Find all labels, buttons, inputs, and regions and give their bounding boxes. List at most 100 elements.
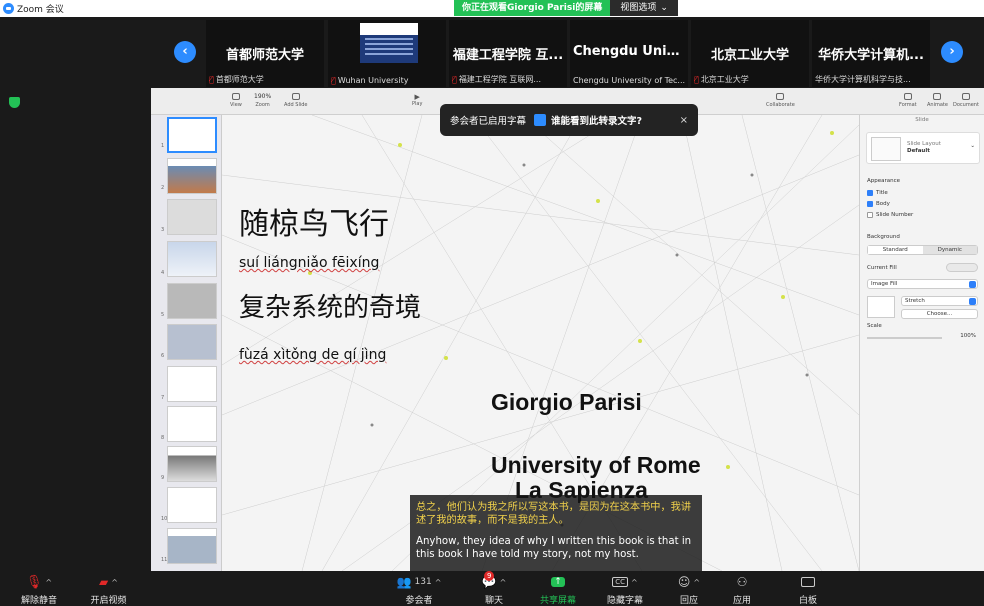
participant-tile[interactable]: 首都师范大学 🎙̸ 首都师范大学 [206, 20, 324, 87]
chevron-up-icon[interactable]: ^ [111, 578, 118, 587]
format-button[interactable]: Format [899, 93, 917, 108]
checkbox-checked-icon [867, 201, 873, 207]
slide-thumbnail[interactable] [167, 283, 217, 319]
dynamic-segment[interactable]: Dynamic [922, 246, 977, 254]
zoom-control[interactable]: 190% Zoom [254, 93, 271, 108]
caption-enabled-text: 参会者已启用字幕 [450, 116, 527, 127]
choose-image-button[interactable]: Choose... [901, 309, 978, 319]
slide-layout-selector[interactable]: Slide Layout Default ⌄ [866, 132, 980, 164]
scale-slider[interactable] [867, 337, 942, 339]
play-button[interactable]: ▶ Play [412, 93, 422, 107]
slide-affiliation-line1: University of Rome [491, 452, 701, 478]
appearance-heading: Appearance [867, 178, 901, 184]
background-segmented-control: Standard Dynamic [867, 245, 978, 255]
participant-display-name: 福建工程学院 互... [452, 48, 564, 63]
video-off-icon: ▰ [99, 575, 109, 589]
current-fill-toggle[interactable] [946, 263, 978, 272]
slide-thumbnail[interactable] [167, 446, 217, 482]
participant-tile[interactable]: 福建工程学院 互... 🎙̸ 福建工程学院 互联网... [449, 20, 567, 87]
scale-value[interactable]: 100% [960, 333, 976, 339]
mic-muted-icon: 🎙 [25, 574, 43, 590]
hide-captions-button[interactable]: CC ^ 隐藏字幕 [601, 574, 649, 606]
unmute-button[interactable]: 🎙 ^ 解除静音 [14, 574, 64, 606]
zoom-logo-icon [3, 3, 14, 14]
chevron-left-icon: ‹ [182, 44, 188, 59]
title-checkbox[interactable]: Title [867, 190, 888, 196]
slide-navigator: 1 2 3 4 5 6 7 8 9 10 11 [151, 115, 222, 571]
participant-name: 北京工业大学 [700, 75, 749, 84]
share-screen-icon: ↑ [551, 577, 565, 587]
participant-tile[interactable]: Chengdu Univer... Chengdu University of … [570, 20, 688, 87]
fill-type-select[interactable]: Image Fill [867, 279, 978, 289]
standard-segment[interactable]: Standard [868, 246, 923, 254]
mic-muted-icon: 🎙̸ [694, 75, 699, 84]
view-button[interactable]: View [230, 93, 242, 108]
collaborate-button[interactable]: Collaborate [766, 93, 795, 108]
checkbox-unchecked-icon [867, 212, 873, 218]
participant-strip: ‹ 首都师范大学 🎙̸ 首都师范大学 🎙̸ Wuhan University 福建工… [0, 17, 984, 87]
collaborate-icon [776, 93, 785, 100]
prev-page-button[interactable]: ‹ [174, 41, 196, 63]
slide-thumbnail[interactable] [167, 158, 217, 194]
participant-display-name: 华侨大学计算机... [818, 48, 924, 63]
participant-name: Chengdu University of Tec... [573, 76, 685, 85]
animate-button[interactable]: Animate [927, 93, 948, 108]
apps-button[interactable]: ⚇ 应用 [728, 574, 756, 606]
chevron-down-icon: ⌄ [660, 3, 668, 13]
who-can-see-link[interactable]: 谁能看到此转录文字? [534, 113, 642, 127]
whiteboard-button[interactable]: 白板 [794, 574, 822, 606]
closed-captions-icon: CC [612, 577, 629, 587]
next-page-button[interactable]: › [941, 41, 963, 63]
slide-thumbnail[interactable] [167, 487, 217, 523]
participant-display-name: Chengdu Univer... [573, 44, 688, 59]
slide-thumbnail[interactable] [167, 117, 217, 153]
chevron-up-icon[interactable]: ^ [500, 578, 507, 587]
format-brush-icon [903, 93, 912, 100]
caption-notification: 参会者已启用字幕 谁能看到此转录文字? × [440, 104, 698, 136]
body-checkbox[interactable]: Body [867, 201, 890, 207]
meeting-controls: 🎙 ^ 解除静音 ▰ ^ 开启视频 👥 131 ^ 参会者 💬 9 ^ 聊天 ↑ 共享屏幕 … [0, 571, 984, 606]
slide-thumbnail[interactable] [167, 528, 217, 564]
close-icon[interactable]: × [680, 115, 688, 126]
slide-thumbnail[interactable] [167, 324, 217, 360]
participants-button[interactable]: 👥 131 ^ 参会者 [389, 574, 449, 606]
mic-muted-icon: 🎙̸ [331, 76, 336, 85]
participant-name: 福建工程学院 互联网... [458, 75, 541, 84]
checkbox-checked-icon [867, 190, 873, 196]
chevron-up-icon[interactable]: ^ [693, 578, 700, 587]
participant-tile[interactable]: 北京工业大学 🎙̸ 北京工业大学 [691, 20, 809, 87]
scale-label: Scale [867, 323, 882, 329]
slide-thumbnail[interactable] [167, 241, 217, 277]
zoom-window: Zoom 会议 你正在观看Giorgio Parisi的屏幕 视图选项 ⌄ ‹ … [0, 0, 984, 606]
slide-subtitle-chinese: 复杂系统的奇境 [239, 293, 422, 323]
background-heading: Background [867, 234, 900, 240]
start-video-button[interactable]: ▰ ^ 开启视频 [81, 574, 136, 606]
chevron-up-icon[interactable]: ^ [631, 578, 638, 587]
share-screen-button[interactable]: ↑ 共享屏幕 [534, 574, 582, 606]
participant-display-name: 首都师范大学 [225, 48, 304, 63]
document-button[interactable]: Document [953, 93, 979, 108]
security-shield-icon[interactable] [9, 97, 20, 108]
view-options-button[interactable]: 视图选项 ⌄ [610, 0, 678, 16]
chevron-down-icon: ⌄ [970, 143, 975, 149]
participant-tile[interactable]: 华侨大学计算机... 华侨大学计算机科学与技... [812, 20, 930, 87]
current-fill-label: Current Fill [867, 265, 897, 271]
add-slide-button[interactable]: Add Slide [284, 93, 307, 108]
participant-name: Wuhan University [337, 76, 409, 85]
slide-number-checkbox[interactable]: Slide Number [867, 212, 913, 218]
reactions-button[interactable]: ☺ ^ 回应 [669, 574, 709, 606]
stretch-select[interactable]: Stretch [901, 296, 978, 306]
slide-title-pinyin: suí liángniǎo fēixíng [239, 255, 380, 271]
select-arrows-icon [969, 298, 976, 305]
slide-thumbnail[interactable] [167, 199, 217, 235]
chat-button[interactable]: 💬 9 ^ 聊天 [474, 571, 514, 606]
participant-tile[interactable]: 🎙̸ Wuhan University [328, 20, 446, 87]
chevron-right-icon: › [949, 44, 955, 59]
slide-thumbnail[interactable] [167, 366, 217, 402]
chevron-up-icon[interactable]: ^ [45, 578, 52, 587]
chevron-up-icon[interactable]: ^ [435, 578, 442, 587]
subtitle-chinese: 总之，他们认为我之所以写这本书，是因为在这本书中，我讲述了我的故事，而不是我的主… [416, 502, 692, 526]
animate-diamond-icon [933, 93, 942, 100]
slide-subtitle-pinyin: fùzá xìtǒng de qí jìng [239, 347, 387, 363]
slide-thumbnail[interactable] [167, 406, 217, 442]
